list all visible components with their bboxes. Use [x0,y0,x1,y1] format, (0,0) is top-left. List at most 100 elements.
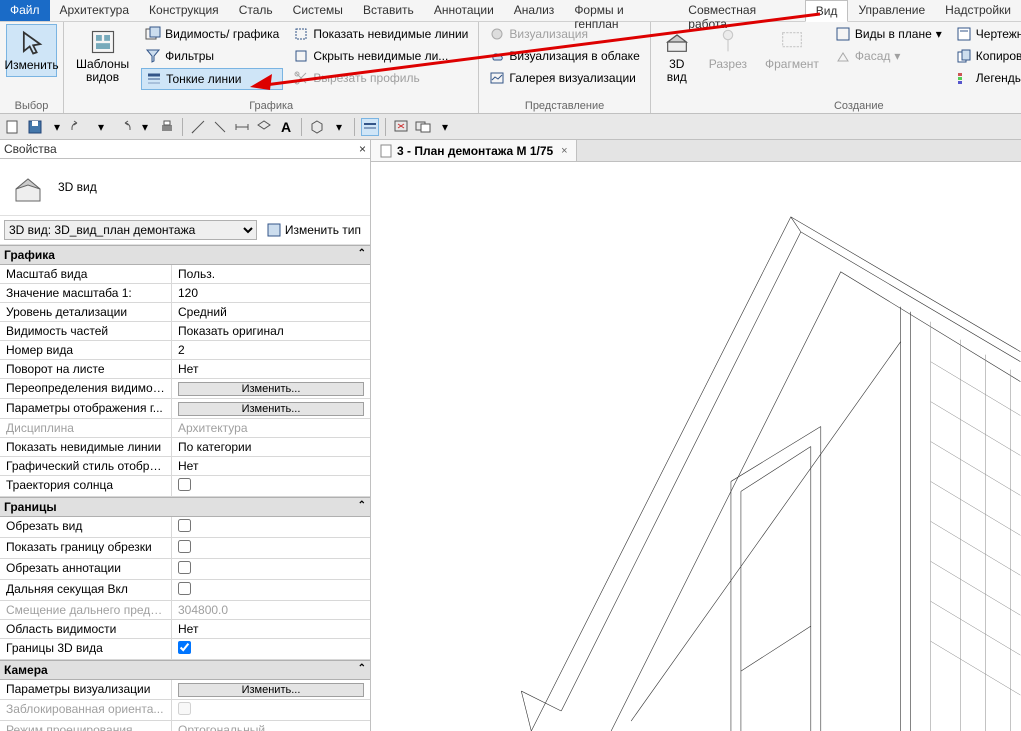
filters-button[interactable]: Фильтры [141,46,283,66]
p-gstyle-l: Графический стиль отобра... [0,457,172,475]
p-disc-v: Архитектура [172,419,370,437]
undo-icon [71,119,87,135]
edit-type-button[interactable]: Изменить тип [261,219,366,241]
menu-view[interactable]: Вид [805,0,849,22]
p-viewno-v[interactable]: 2 [172,341,370,359]
qat-save[interactable] [26,118,44,136]
p-rotation-v[interactable]: Нет [172,360,370,378]
p-farclip-cb[interactable] [178,582,191,595]
qat-save-dd[interactable]: ▾ [48,118,66,136]
drafting-view-button[interactable]: Чертежный ви [952,24,1021,44]
3d-view-button[interactable]: 3D вид [657,24,697,88]
p-crop-cb[interactable] [178,519,191,532]
menu-struct[interactable]: Конструкция [139,0,229,21]
tab-close[interactable]: × [561,145,567,157]
thin-lines-button[interactable]: Тонкие линии [141,68,283,90]
qat-dim[interactable] [233,118,251,136]
modify-label: Изменить [4,59,58,72]
instance-selector[interactable]: 3D вид: 3D_вид_план демонтажа [4,220,257,240]
drawing-canvas[interactable] [371,162,1021,731]
p-scale-l: Масштаб вида [0,265,172,283]
menu-annot[interactable]: Аннотации [424,0,504,21]
tag-icon [256,119,272,135]
qat-print[interactable] [158,118,176,136]
elevation-button[interactable]: Фасад ▾ [831,46,946,66]
p-bounds3d-l: Границы 3D вида [0,639,172,659]
qat-redo-dd[interactable]: ▾ [136,118,154,136]
p-scaleval-v[interactable]: 120 [172,284,370,302]
cube-small-icon [309,119,325,135]
p-visover-btn[interactable]: Изменить... [178,382,364,396]
properties-close[interactable]: × [359,142,366,156]
view-tab[interactable]: 3 - План демонтажа М 1/75 × [371,140,577,161]
ribbon: Изменить Выбор Шаблоны видов Видимость/ … [0,22,1021,114]
menu-massing[interactable]: Формы и генплан [564,0,678,21]
modify-button[interactable]: Изменить [6,24,57,77]
menu-systems[interactable]: Системы [283,0,353,21]
duplicate-view-button[interactable]: Копировать ви [952,46,1021,66]
p-cropvis-cb[interactable] [178,540,191,553]
qat-thin-lines[interactable] [361,118,379,136]
close-win-icon [393,119,409,135]
qat-new[interactable] [4,118,22,136]
p-showhidden-v[interactable]: По категории [172,438,370,456]
select-group-title: Выбор [6,99,57,113]
menu-addins[interactable]: Надстройки [935,0,1021,21]
callout-button[interactable]: Фрагмент [759,24,825,75]
p-disc-l: Дисциплина [0,419,172,437]
qat-measure[interactable] [189,118,207,136]
plan-views-button[interactable]: Виды в плане ▾ [831,24,946,44]
menu-file[interactable]: Файл [0,0,50,21]
qat-3d-dd[interactable]: ▾ [330,118,348,136]
section-graphics[interactable]: Графика⌃ [0,245,370,265]
render-cloud-button[interactable]: Визуализация в облаке [485,46,643,66]
qat-undo-dd[interactable]: ▾ [92,118,110,136]
qat-tag[interactable] [255,118,273,136]
menu-analyze[interactable]: Анализ [504,0,565,21]
p-scope-l: Область видимости [0,620,172,638]
p-anncrop-cb[interactable] [178,561,191,574]
p-bounds3d-cb[interactable] [178,641,191,654]
section-extents[interactable]: Границы⌃ [0,497,370,517]
cut-profile-button[interactable]: Вырезать профиль [289,68,472,88]
menu-steel[interactable]: Сталь [229,0,283,21]
render-gallery-button[interactable]: Галерея визуализации [485,68,643,88]
p-parts-v[interactable]: Показать оригинал [172,322,370,340]
qat-switch-dd[interactable]: ▾ [436,118,454,136]
legends-button[interactable]: Легенды ▾ [952,68,1021,88]
remove-hidden-lines-button[interactable]: Скрыть невидимые ли... [289,46,472,66]
p-showhidden-l: Показать невидимые линии [0,438,172,456]
p-gdisp-btn[interactable]: Изменить... [178,402,364,416]
section-camera[interactable]: Камера⌃ [0,660,370,680]
properties-panel: Свойства × 3D вид 3D вид: 3D_вид_план де… [0,140,371,731]
visibility-graphics-button[interactable]: Видимость/ графика [141,24,283,44]
view-templates-button[interactable]: Шаблоны видов [70,24,135,88]
type-selector[interactable]: 3D вид [0,159,370,216]
menu-collab[interactable]: Совместная работа [678,0,804,21]
p-locked-cb [178,702,191,715]
qat-text[interactable]: A [277,118,295,136]
p-render-btn[interactable]: Изменить... [178,683,364,697]
menu-arch[interactable]: Архитектура [50,0,140,21]
show-hidden-lines-button[interactable]: Показать невидимые линии [289,24,472,44]
section-button[interactable]: Разрез [703,24,753,75]
qat-3d[interactable] [308,118,326,136]
qat-close[interactable] [392,118,410,136]
thin-lines-icon [146,71,162,87]
p-gstyle-v[interactable]: Нет [172,457,370,475]
p-scale-v[interactable]: Польз. [172,265,370,283]
render-button[interactable]: Визуализация [485,24,643,44]
qat-redo[interactable] [114,118,132,136]
dim-icon [234,119,250,135]
qat-align[interactable] [211,118,229,136]
p-sunpath-cb[interactable] [178,478,191,491]
menu-manage[interactable]: Управление [848,0,935,21]
p-detail-v[interactable]: Средний [172,303,370,321]
qat-undo[interactable] [70,118,88,136]
collapse-icon: ⌃ [358,500,366,514]
qat-switch[interactable] [414,118,432,136]
edit-type-icon [266,222,282,238]
p-scope-v[interactable]: Нет [172,620,370,638]
p-render-l: Параметры визуализации [0,680,172,699]
menu-insert[interactable]: Вставить [353,0,424,21]
